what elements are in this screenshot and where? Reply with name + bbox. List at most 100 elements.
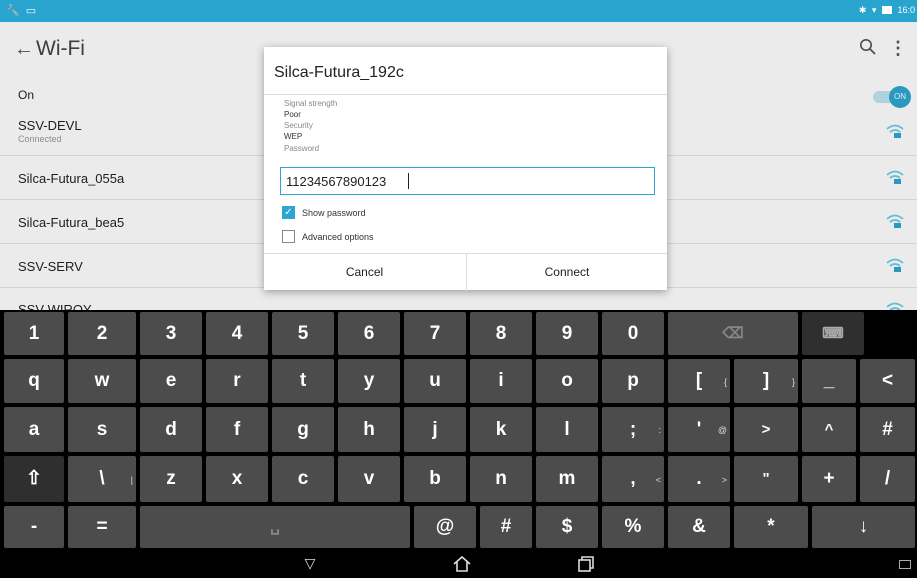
key-d[interactable]: d <box>140 407 202 452</box>
key-j[interactable]: j <box>404 407 466 452</box>
key-5[interactable]: 5 <box>272 312 334 355</box>
key-v[interactable]: v <box>338 456 400 502</box>
key-slash[interactable]: / <box>860 456 915 502</box>
dialog-button-bar: Cancel Connect <box>264 253 667 291</box>
cancel-button[interactable]: Cancel <box>264 254 465 291</box>
back-icon[interactable]: ▽ <box>300 555 320 573</box>
key-label: # <box>500 516 512 537</box>
key-f[interactable]: f <box>206 407 268 452</box>
hide-keyboard-key[interactable]: ↓ <box>812 506 915 548</box>
key-left-bracket[interactable]: [{ <box>668 359 730 403</box>
key-h[interactable]: h <box>338 407 400 452</box>
key-semicolon[interactable]: ;: <box>602 407 664 452</box>
key-9[interactable]: 9 <box>536 312 598 355</box>
key-7[interactable]: 7 <box>404 312 466 355</box>
bluetooth-icon: ✱ <box>858 5 867 15</box>
key-6[interactable]: 6 <box>338 312 400 355</box>
key-label: e <box>165 370 177 391</box>
key-x[interactable]: x <box>206 456 268 502</box>
key-l[interactable]: l <box>536 407 598 452</box>
key-label: x <box>231 468 243 489</box>
key-ampersand[interactable]: & <box>668 506 730 548</box>
key-a[interactable]: a <box>4 407 64 452</box>
key-period[interactable]: . > <box>668 456 730 502</box>
show-password-label[interactable]: Show password <box>302 208 366 218</box>
key-greater-than[interactable]: > <box>734 407 798 452</box>
key-o[interactable]: o <box>536 359 598 403</box>
key-caret[interactable]: ^ <box>802 407 856 452</box>
space-key[interactable]: ␣ <box>140 506 410 548</box>
key-3[interactable]: 3 <box>140 312 202 355</box>
key-u[interactable]: u <box>404 359 466 403</box>
key-c[interactable]: c <box>272 456 334 502</box>
key-z[interactable]: z <box>140 456 202 502</box>
key-at[interactable]: @ <box>414 506 476 548</box>
key-t[interactable]: t <box>272 359 334 403</box>
key-asterisk[interactable]: * <box>734 506 808 548</box>
key-0[interactable]: 0 <box>602 312 664 355</box>
shift-key[interactable]: ⇧ <box>4 456 64 502</box>
key-label: i <box>498 370 504 391</box>
key-backslash[interactable]: \ | <box>68 456 136 502</box>
key-label: z <box>166 468 176 489</box>
key-label: a <box>28 419 40 440</box>
key-8[interactable]: 8 <box>470 312 532 355</box>
key-label: " <box>762 470 770 487</box>
keyboard-switch-key[interactable]: ⌨ <box>802 312 864 355</box>
key-label: 3 <box>165 323 177 344</box>
signal-strength-value: Poor <box>284 110 301 119</box>
key-label: 6 <box>363 323 375 344</box>
status-left: 🔧 ▭ <box>6 4 42 17</box>
key-label: / <box>884 468 891 489</box>
key-hash[interactable]: # <box>860 407 915 452</box>
key-k[interactable]: k <box>470 407 532 452</box>
backspace-key[interactable]: ⌫ <box>668 312 798 355</box>
key-label: u <box>429 370 441 391</box>
key-label: 0 <box>627 323 639 344</box>
key-apostrophe[interactable]: ' @ <box>668 407 730 452</box>
key-dollar[interactable]: $ <box>536 506 598 548</box>
key-m[interactable]: m <box>536 456 598 502</box>
key-y[interactable]: y <box>338 359 400 403</box>
key-underscore[interactable]: _ <box>802 359 856 403</box>
key-comma[interactable]: , < <box>602 456 664 502</box>
key-alt-label: } <box>791 377 795 387</box>
advanced-options-checkbox[interactable] <box>282 230 295 243</box>
backspace-icon: ⌫ <box>722 325 744 342</box>
key-minus[interactable]: - <box>4 506 64 548</box>
key-n[interactable]: n <box>470 456 532 502</box>
key-i[interactable]: i <box>470 359 532 403</box>
show-password-checkbox[interactable]: ✓ <box>282 206 295 219</box>
recents-icon[interactable] <box>576 555 596 573</box>
wifi-connect-dialog: Silca-Futura_192c Signal strength Poor S… <box>264 47 667 291</box>
key-label: @ <box>435 516 455 537</box>
home-icon[interactable] <box>452 555 472 573</box>
key-double-quote[interactable]: " <box>734 456 798 502</box>
key-plus[interactable]: + <box>802 456 856 502</box>
key-label: & <box>692 516 706 537</box>
key-w[interactable]: w <box>68 359 136 403</box>
key-label: r <box>233 370 241 391</box>
key-hash[interactable]: # <box>480 506 532 548</box>
key-equals[interactable]: = <box>68 506 136 548</box>
connect-button[interactable]: Connect <box>466 254 667 291</box>
key-right-bracket[interactable]: ]} <box>734 359 798 403</box>
key-2[interactable]: 2 <box>68 312 136 355</box>
key-s[interactable]: s <box>68 407 136 452</box>
key-r[interactable]: r <box>206 359 268 403</box>
key-4[interactable]: 4 <box>206 312 268 355</box>
key-less-than[interactable]: < <box>860 359 915 403</box>
key-percent[interactable]: % <box>602 506 664 548</box>
key-g[interactable]: g <box>272 407 334 452</box>
password-value: 11234567890123 <box>286 174 387 189</box>
key-e[interactable]: e <box>140 359 202 403</box>
key-q[interactable]: q <box>4 359 64 403</box>
key-b[interactable]: b <box>404 456 466 502</box>
dialog-title: Silca-Futura_192c <box>274 64 404 81</box>
key-p[interactable]: p <box>602 359 664 403</box>
key-label: = <box>96 516 108 537</box>
screen-icon: ▭ <box>25 5 37 17</box>
advanced-options-label[interactable]: Advanced options <box>302 232 374 242</box>
password-input[interactable]: 11234567890123 <box>280 167 655 195</box>
key-1[interactable]: 1 <box>4 312 64 355</box>
